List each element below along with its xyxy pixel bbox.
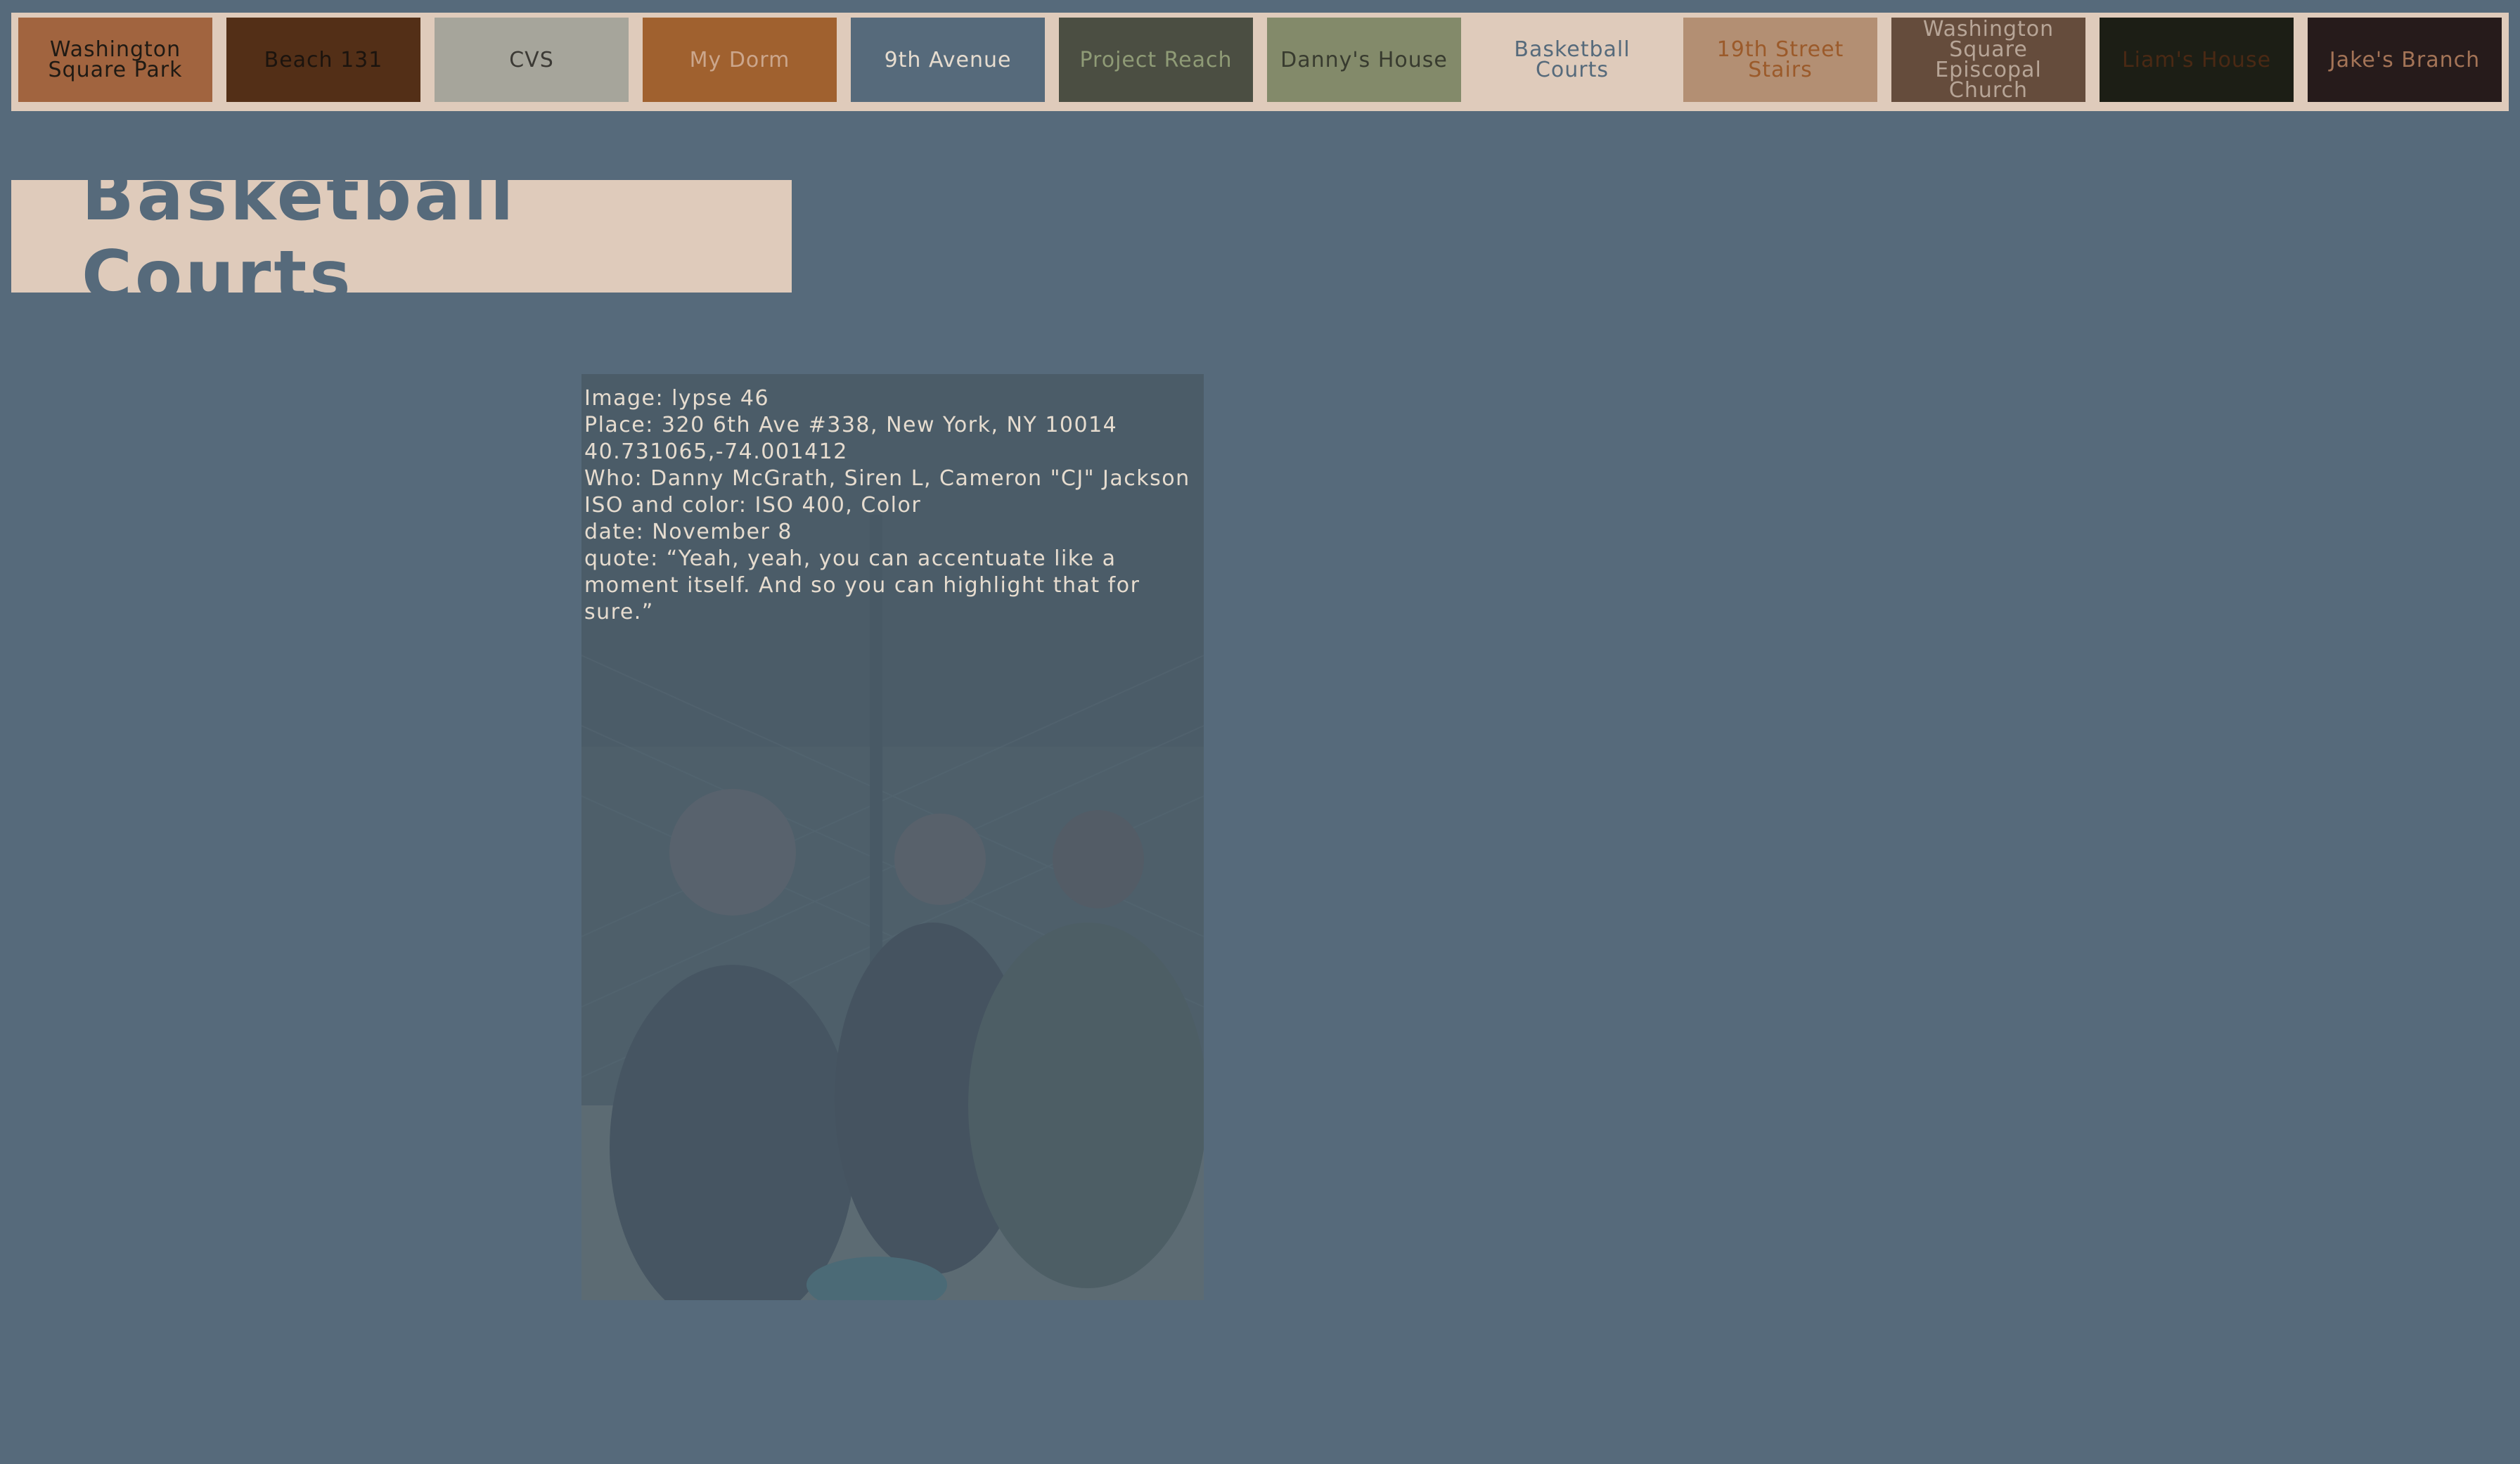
page-title: Basketball Courts — [82, 156, 517, 316]
nav-tab-washington-square-episcopal-church[interactable]: Washington Square Episcopal Church — [1891, 18, 2085, 102]
caption-who: Who: Danny McGrath, Siren L, Cameron "CJ… — [584, 466, 1190, 491]
nav-tab-beach-131[interactable]: Beach 131 — [226, 18, 420, 102]
nav-tab-liam-s-house[interactable]: Liam's House — [2100, 18, 2294, 102]
nav-tab-cvs[interactable]: CVS — [435, 18, 629, 102]
nav-tab-washington-square-park[interactable]: Washington Square Park — [18, 18, 212, 102]
nav-tab-9th-avenue[interactable]: 9th Avenue — [851, 18, 1045, 102]
court-photo: Image: lypse 46 Place: 320 6th Ave #338,… — [581, 374, 1204, 1300]
nav-tab-my-dorm[interactable]: My Dorm — [643, 18, 837, 102]
nav-tab-jake-s-branch[interactable]: Jake's Branch — [2308, 18, 2502, 102]
nav-tab-project-reach[interactable]: Project Reach — [1059, 18, 1253, 102]
photo-caption: Image: lypse 46 Place: 320 6th Ave #338,… — [584, 385, 1203, 626]
top-navigation: Washington Square Park Beach 131 CVS My Dor… — [11, 13, 2509, 111]
nav-tab-danny-s-house[interactable]: Danny's House — [1267, 18, 1461, 102]
nav-tab-19th-street-stairs[interactable]: 19th Street Stairs — [1683, 18, 1877, 102]
title-banner: Basketball Courts — [11, 156, 792, 316]
caption-image: Image: lypse 46 — [584, 386, 770, 411]
caption-coordinates: 40.731065,-74.001412 — [584, 439, 848, 464]
caption-iso: ISO and color: ISO 400, Color — [584, 493, 922, 518]
caption-place: Place: 320 6th Ave #338, New York, NY 10… — [584, 413, 1118, 437]
caption-quote: quote: “Yeah, yeah, you can accentuate l… — [584, 546, 1140, 624]
nav-tab-basketball-courts[interactable]: Basketball Courts — [1475, 18, 1669, 102]
caption-date: date: November 8 — [584, 520, 792, 544]
